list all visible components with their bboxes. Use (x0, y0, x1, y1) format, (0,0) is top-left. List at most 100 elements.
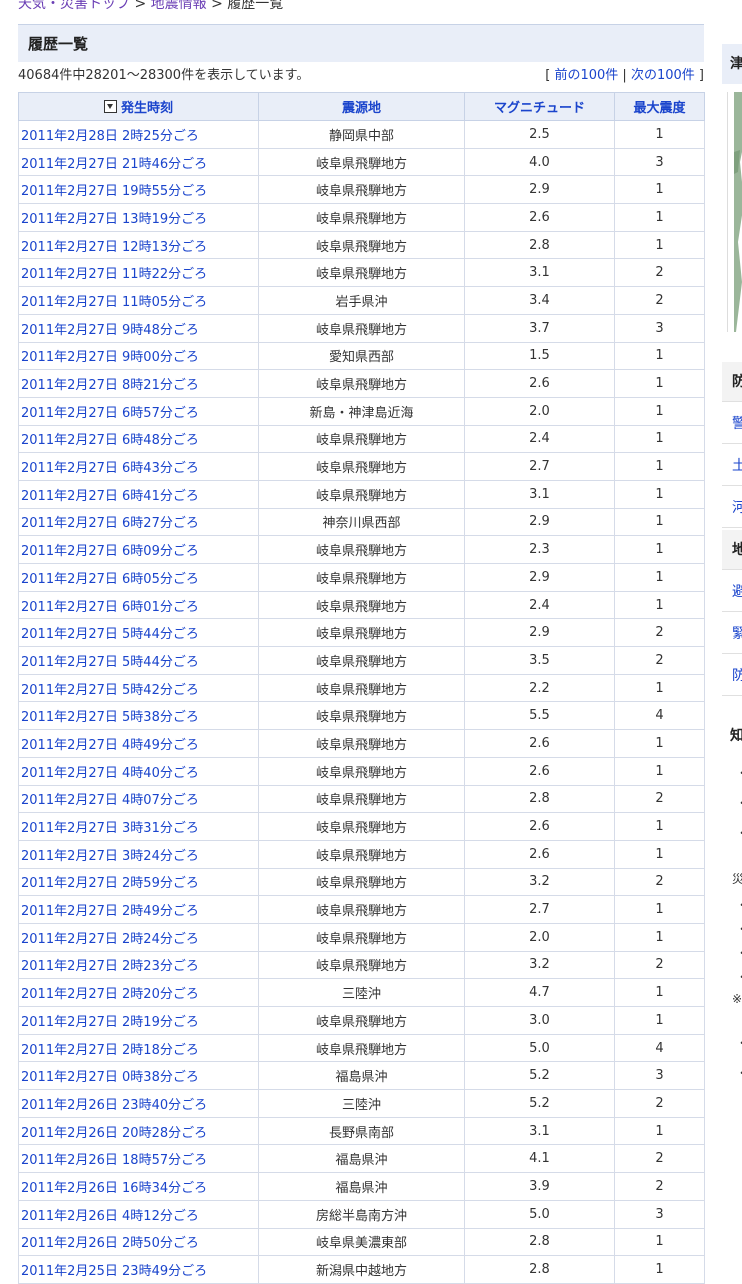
earthquake-detail-link[interactable]: 2011年2月27日 6時41分ごろ (21, 489, 199, 504)
earthquake-detail-link[interactable]: 2011年2月27日 5時44分ごろ (21, 627, 199, 642)
cell-time[interactable]: 2011年2月27日 6時48分ごろ (18, 424, 259, 454)
earthquake-detail-link[interactable]: 2011年2月26日 23時40分ごろ (21, 1098, 207, 1113)
earthquake-detail-link[interactable]: 2011年2月27日 2時24分ごろ (21, 932, 199, 947)
earthquake-detail-link[interactable]: 2011年2月27日 2時18分ごろ (21, 1043, 199, 1058)
earthquake-detail-link[interactable]: 2011年2月27日 6時57分ごろ (21, 406, 199, 421)
cell-time[interactable]: 2011年2月27日 21時46分ごろ (18, 147, 259, 177)
cell-time[interactable]: 2011年2月26日 2時50分ごろ (18, 1227, 259, 1257)
cell-time[interactable]: 2011年2月26日 4時12分ごろ (18, 1199, 259, 1229)
earthquake-detail-link[interactable]: 2011年2月27日 6時09分ごろ (21, 544, 199, 559)
column-header-time[interactable]: 発生時刻 (18, 92, 259, 121)
cell-time[interactable]: 2011年2月27日 6時05分ごろ (18, 563, 259, 592)
earthquake-detail-link[interactable]: 2011年2月27日 4時07分ごろ (21, 793, 199, 808)
earthquake-detail-link[interactable]: 2011年2月27日 5時42分ごろ (21, 683, 199, 698)
sidebar-link-warning[interactable]: 警 (722, 404, 742, 444)
cell-time[interactable]: 2011年2月27日 3時31分ごろ (18, 812, 259, 841)
cell-time[interactable]: 2011年2月27日 5時42分ごろ (18, 673, 259, 703)
cell-time[interactable]: 2011年2月27日 5時44分ごろ (18, 618, 259, 648)
cell-time[interactable]: 2011年2月27日 9時00分ごろ (18, 341, 259, 371)
cell-time[interactable]: 2011年2月27日 19時55分ごろ (18, 175, 259, 205)
earthquake-detail-link[interactable]: 2011年2月27日 12時13分ごろ (21, 240, 207, 255)
sidebar-link-emergency[interactable]: 緊 (722, 614, 742, 654)
sort-descending-icon[interactable] (103, 100, 117, 113)
cell-time[interactable]: 2011年2月25日 23時49分ごろ (18, 1255, 259, 1284)
cell-time[interactable]: 2011年2月27日 2時24分ごろ (18, 922, 259, 952)
cell-time[interactable]: 2011年2月27日 4時49分ごろ (18, 729, 259, 758)
earthquake-detail-link[interactable]: 2011年2月26日 18時57分ごろ (21, 1153, 207, 1168)
cell-time[interactable]: 2011年2月27日 13時19分ごろ (18, 203, 259, 232)
earthquake-detail-link[interactable]: 2011年2月27日 2時23分ごろ (21, 959, 199, 974)
earthquake-detail-link[interactable]: 2011年2月27日 6時01分ごろ (21, 600, 199, 615)
column-header-time-label[interactable]: 発生時刻 (121, 101, 173, 116)
earthquake-detail-link[interactable]: 2011年2月27日 19時55分ごろ (21, 184, 207, 199)
cell-time[interactable]: 2011年2月27日 6時09分ごろ (18, 535, 259, 564)
tsunami-map-thumbnail[interactable] (727, 92, 742, 332)
earthquake-detail-link[interactable]: 2011年2月27日 2時59分ごろ (21, 876, 199, 891)
earthquake-detail-link[interactable]: 2011年2月27日 3時24分ごろ (21, 849, 199, 864)
cell-time[interactable]: 2011年2月27日 9時48分ごろ (18, 313, 259, 343)
cell-time[interactable]: 2011年2月27日 2時59分ごろ (18, 867, 259, 897)
breadcrumb-link-earthquake[interactable]: 地震情報 (151, 0, 207, 12)
cell-time[interactable]: 2011年2月27日 11時22分ごろ (18, 258, 259, 288)
column-header-epicenter[interactable]: 震源地 (258, 92, 465, 121)
cell-time[interactable]: 2011年2月27日 5時44分ごろ (18, 646, 259, 675)
breadcrumb-link-weather-top[interactable]: 天気・災害トップ (18, 0, 130, 12)
prev-page-link[interactable]: 前の100件 (554, 68, 618, 83)
earthquake-detail-link[interactable]: 2011年2月27日 9時00分ごろ (21, 350, 199, 365)
column-header-magnitude[interactable]: マグニチュード (464, 92, 615, 121)
earthquake-detail-link[interactable]: 2011年2月27日 5時44分ごろ (21, 655, 199, 670)
column-header-intensity[interactable]: 最大震度 (614, 92, 705, 121)
earthquake-detail-link[interactable]: 2011年2月27日 11時22分ごろ (21, 267, 207, 282)
earthquake-detail-link[interactable]: 2011年2月27日 4時40分ごろ (21, 766, 199, 781)
cell-time[interactable]: 2011年2月27日 6時57分ごろ (18, 396, 259, 426)
cell-time[interactable]: 2011年2月27日 2時49分ごろ (18, 895, 259, 924)
earthquake-detail-link[interactable]: 2011年2月27日 11時05分ごろ (21, 295, 207, 310)
earthquake-detail-link[interactable]: 2011年2月27日 6時48分ごろ (21, 433, 199, 448)
cell-time[interactable]: 2011年2月26日 16時34分ごろ (18, 1172, 259, 1201)
earthquake-detail-link[interactable]: 2011年2月27日 6時05分ごろ (21, 572, 199, 587)
sidebar-link-river[interactable]: 河 (722, 488, 742, 528)
earthquake-detail-link[interactable]: 2011年2月27日 2時19分ごろ (21, 1015, 199, 1030)
cell-time[interactable]: 2011年2月27日 4時07分ごろ (18, 784, 259, 814)
earthquake-detail-link[interactable]: 2011年2月27日 6時43分ごろ (21, 461, 199, 476)
earthquake-detail-link[interactable]: 2011年2月26日 4時12分ごろ (21, 1209, 199, 1224)
cell-time[interactable]: 2011年2月27日 12時13分ごろ (18, 230, 259, 260)
earthquake-detail-link[interactable]: 2011年2月27日 3時31分ごろ (21, 821, 199, 836)
sidebar-link-evacuation[interactable]: 避 (722, 572, 742, 612)
earthquake-detail-link[interactable]: 2011年2月27日 8時21分ごろ (21, 378, 199, 393)
cell-time[interactable]: 2011年2月27日 2時20分ごろ (18, 978, 259, 1007)
earthquake-detail-link[interactable]: 2011年2月27日 5時38分ごろ (21, 710, 199, 725)
cell-time[interactable]: 2011年2月27日 5時38分ごろ (18, 701, 259, 731)
cell-time[interactable]: 2011年2月27日 6時01分ごろ (18, 590, 259, 620)
cell-time[interactable]: 2011年2月27日 6時43分ごろ (18, 452, 259, 481)
cell-time[interactable]: 2011年2月27日 11時05分ごろ (18, 286, 259, 315)
earthquake-detail-link[interactable]: 2011年2月28日 2時25分ごろ (21, 129, 199, 144)
cell-time[interactable]: 2011年2月27日 2時18分ごろ (18, 1033, 259, 1063)
cell-time[interactable]: 2011年2月26日 18時57分ごろ (18, 1144, 259, 1174)
cell-time[interactable]: 2011年2月26日 20時28分ごろ (18, 1116, 259, 1146)
earthquake-detail-link[interactable]: 2011年2月26日 20時28分ごろ (21, 1126, 207, 1141)
earthquake-detail-link[interactable]: 2011年2月25日 23時49分ごろ (21, 1264, 207, 1279)
cell-time[interactable]: 2011年2月27日 2時19分ごろ (18, 1006, 259, 1035)
earthquake-detail-link[interactable]: 2011年2月27日 2時20分ごろ (21, 987, 199, 1002)
cell-time[interactable]: 2011年2月27日 4時40分ごろ (18, 756, 259, 786)
cell-time[interactable]: 2011年2月27日 2時23分ごろ (18, 950, 259, 980)
cell-time[interactable]: 2011年2月27日 8時21分ごろ (18, 369, 259, 398)
earthquake-detail-link[interactable]: 2011年2月27日 13時19分ごろ (21, 212, 207, 227)
earthquake-detail-link[interactable]: 2011年2月27日 21時46分ごろ (21, 157, 207, 172)
cell-time[interactable]: 2011年2月27日 0時38分ごろ (18, 1061, 259, 1091)
cell-time[interactable]: 2011年2月27日 3時24分ごろ (18, 839, 259, 869)
cell-time[interactable]: 2011年2月27日 6時41分ごろ (18, 479, 259, 509)
cell-time[interactable]: 2011年2月26日 23時40分ごろ (18, 1089, 259, 1118)
sidebar-link-prevention[interactable]: 防 (722, 656, 742, 696)
earthquake-detail-link[interactable]: 2011年2月27日 9時48分ごろ (21, 323, 199, 338)
cell-time[interactable]: 2011年2月27日 6時27分ごろ (18, 507, 259, 537)
earthquake-detail-link[interactable]: 2011年2月26日 2時50分ごろ (21, 1236, 199, 1251)
earthquake-detail-link[interactable]: 2011年2月26日 16時34分ごろ (21, 1181, 207, 1196)
earthquake-detail-link[interactable]: 2011年2月27日 2時49分ごろ (21, 904, 199, 919)
sidebar-link-landslide[interactable]: 土 (722, 446, 742, 486)
next-page-link[interactable]: 次の100件 (631, 68, 695, 83)
earthquake-detail-link[interactable]: 2011年2月27日 6時27分ごろ (21, 516, 199, 531)
cell-time[interactable]: 2011年2月28日 2時25分ごろ (18, 120, 259, 149)
earthquake-detail-link[interactable]: 2011年2月27日 0時38分ごろ (21, 1070, 199, 1085)
